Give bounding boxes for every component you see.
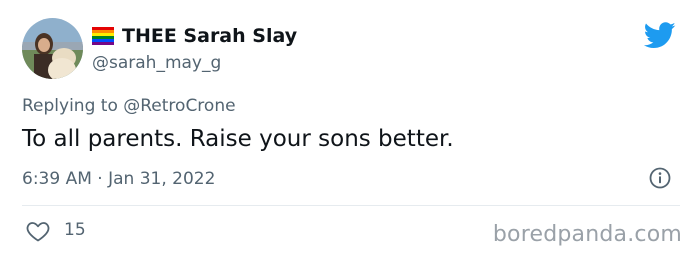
avatar-photo [22,18,83,79]
heart-outline-icon[interactable] [26,220,50,242]
like-count: 15 [64,220,86,240]
rainbow-flag-icon [92,27,114,45]
tweet-text: To all parents. Raise your sons better. [22,126,454,152]
avatar[interactable] [22,18,83,79]
replying-prefix: Replying to [22,96,124,116]
author-name-row[interactable]: THEE Sarah Slay [92,24,297,48]
replying-to-mention[interactable]: @RetroCrone [123,96,235,116]
watermark: boredpanda.com [492,222,682,247]
info-icon[interactable] [649,167,671,189]
tweet-timestamp[interactable]: 6:39 AM · Jan 31, 2022 [22,169,215,189]
user-handle[interactable]: @sarah_may_g [92,53,221,73]
divider [22,205,680,206]
twitter-bird-icon[interactable] [644,22,676,49]
display-name[interactable]: THEE Sarah Slay [122,25,297,47]
replying-to-line: Replying to @RetroCrone [22,96,236,116]
